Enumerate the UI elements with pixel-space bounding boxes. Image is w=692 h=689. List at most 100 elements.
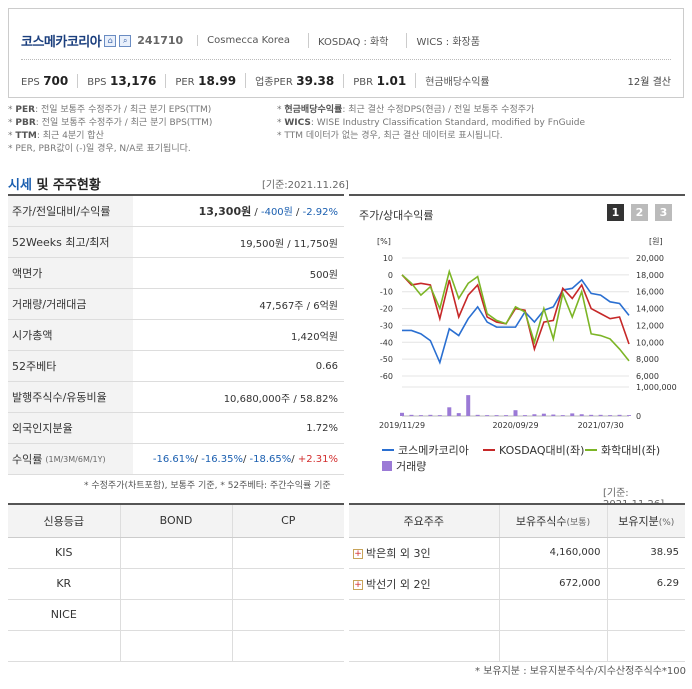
x-tick-label: 2020/09/29 — [492, 421, 538, 430]
legend-item-stock: 코스메카코리아 — [382, 442, 469, 458]
column-header: 주요주주 — [349, 504, 499, 538]
row-label: 외국인지분율 — [8, 413, 133, 443]
holders-footnote: * 보유지분 : 보유지분주식수/지수산정주식수*100 — [475, 666, 686, 677]
shares-cell: 4,160,000 — [498, 537, 607, 569]
metric-per: PER 18.99 — [165, 73, 245, 88]
row-label: 52주베타 — [8, 351, 133, 381]
settlement-month: 12월 결산 — [627, 77, 671, 88]
metric-dividend-yield: 현금배당수익률 — [415, 73, 498, 88]
x-tick-label: 2021/07/30 — [578, 421, 624, 430]
series-line — [402, 278, 630, 365]
market-row: 거래량/거래대금 47,567주 / 6억원 — [8, 289, 344, 320]
volume-bar — [579, 414, 584, 416]
legend-item-chemical: 화학대비(좌) — [585, 442, 660, 458]
legend-item-kosdaq: KOSDAQ대비(좌) — [483, 442, 584, 458]
metric-eps: EPS 700 — [21, 73, 69, 88]
stake-cell: 6.29 — [606, 568, 685, 600]
note-line: * TTM 데이터가 없는 경우, 최근 결산 데이터로 표시됩니다. — [277, 131, 503, 141]
row-label: 수익률 (1M/3M/6M/1Y) — [8, 444, 133, 474]
table-row: KIS — [8, 537, 344, 569]
column-header: 보유지분(%) — [606, 504, 685, 538]
price-value: 13,300원 / -400원 / -2.92% — [198, 205, 338, 218]
home-icon[interactable]: ⌂ — [104, 34, 117, 47]
metric-sector-per: 업종PER 39.38 — [245, 73, 343, 88]
volume-bar — [522, 415, 527, 416]
market-row-returns: 수익률 (1M/3M/6M/1Y) -16.61%/ -16.35%/ -18.6… — [8, 444, 344, 475]
stake-cell — [606, 630, 685, 662]
market-table: 주가/전일대비/수익률 13,300원 / -400원 / -2.92% 52W… — [8, 194, 344, 475]
expand-icon[interactable]: + — [353, 579, 363, 590]
column-header: 보유주식수(보통) — [498, 504, 607, 538]
volume-bar — [418, 415, 423, 416]
column-header: CP — [231, 504, 344, 538]
volume-bar — [551, 414, 556, 416]
market-row: 52Weeks 최고/최저 19,500원 / 11,750원 — [8, 227, 344, 258]
shares-cell: 672,000 — [498, 568, 607, 600]
y2-tick-label: 12,000 — [636, 321, 664, 330]
volume-bar — [428, 414, 433, 416]
table-row: KR — [8, 568, 344, 600]
bond-cell — [119, 599, 232, 631]
note-line: * TTM: 최근 4분기 합산 — [8, 131, 104, 141]
note-line: * WICS: WISE Industry Classification Sta… — [277, 118, 586, 128]
metric-bps: BPS 13,176 — [77, 73, 165, 88]
market-section-title: 시세 및 주주현황 — [8, 178, 101, 193]
volume-tick-label: 0 — [636, 412, 641, 421]
row-value: 10,680,000주 / 58.82% — [223, 393, 338, 405]
y2-tick-label: 16,000 — [636, 288, 664, 297]
y-axis-unit-label: [%] — [377, 237, 391, 246]
agency-cell: NICE — [8, 599, 120, 631]
holder-name-cell[interactable]: + 박선기 외 2인 — [349, 568, 499, 600]
search-icon[interactable]: ⌕ — [119, 34, 132, 47]
agency-cell: KIS — [8, 537, 120, 569]
credit-rating-table: 신용등급 BOND CP KIS KR NICE — [8, 503, 344, 662]
volume-bar — [447, 407, 452, 416]
series-line — [401, 274, 630, 352]
volume-bar — [532, 414, 537, 416]
market-row: 52주베타 0.66 — [8, 351, 344, 382]
y-tick-label: -40 — [380, 338, 393, 347]
cp-cell — [231, 568, 344, 600]
y2-tick-label: 20,000 — [636, 254, 664, 263]
company-code: 241710 — [137, 34, 184, 47]
shares-cell — [498, 630, 607, 662]
chart-panel: 주가/상대수익률 1 2 3 [%] [원] 10 20,000 0 18,000 -10 1… — [349, 194, 685, 477]
column-header: BOND — [119, 504, 232, 538]
metrics-row: EPS 700 BPS 13,176 PER 18.99 업종PER 39.38… — [21, 73, 499, 88]
cp-cell — [231, 599, 344, 631]
volume-bar — [627, 415, 631, 416]
table-row: NICE — [8, 599, 344, 631]
table-header-row: 신용등급 BOND CP — [8, 504, 344, 538]
y-tick-label: -10 — [380, 288, 393, 297]
cp-cell — [231, 537, 344, 569]
row-value: 47,567주 / 6억원 — [259, 300, 338, 312]
table-row — [8, 630, 344, 662]
column-header: 신용등급 — [8, 504, 120, 538]
bond-cell — [119, 630, 232, 662]
stake-cell — [606, 599, 685, 631]
note-line: * 현금배당수익률: 최근 결산 수정DPS(현금) / 전일 보통주 수정주가 — [277, 105, 535, 115]
expand-icon[interactable]: + — [353, 548, 363, 559]
volume-bar — [589, 414, 594, 416]
volume-bar — [513, 410, 518, 416]
volume-bar — [485, 415, 490, 416]
agency-cell — [8, 630, 120, 662]
volume-tick-label: 1,000,000 — [636, 383, 677, 392]
company-info-row: 코스메카코리아 ⌂ ⌕ 241710 Cosmecca Korea KOSDAQ… — [21, 31, 489, 50]
market-row: 외국인지분율 1.72% — [8, 413, 344, 444]
y-tick-label: -50 — [380, 355, 393, 364]
volume-bar — [541, 413, 546, 416]
notes-right: * 현금배당수익률: 최근 결산 수정DPS(현금) / 전일 보통주 수정주가… — [277, 104, 585, 143]
notes-left: * PER: 전일 보통주 수정주가 / 최근 분기 EPS(TTM) * PB… — [8, 104, 212, 156]
row-label: 주가/전일대비/수익률 — [8, 196, 133, 226]
holder-name-cell[interactable]: + 박은희 외 3인 — [349, 537, 499, 569]
market-footnote: * 수정주가(차트포함), 보통주 기준, * 52주베타: 주간수익률 기준 — [84, 481, 331, 491]
y2-tick-label: 14,000 — [636, 305, 664, 314]
agency-cell: KR — [8, 568, 120, 600]
volume-bar — [475, 414, 480, 416]
volume-bar — [598, 414, 603, 416]
x-tick-label: 2019/11/29 — [379, 421, 425, 430]
volume-bar — [437, 415, 442, 416]
company-name[interactable]: 코스메카코리아 — [21, 31, 102, 50]
row-value: 500원 — [309, 269, 338, 281]
